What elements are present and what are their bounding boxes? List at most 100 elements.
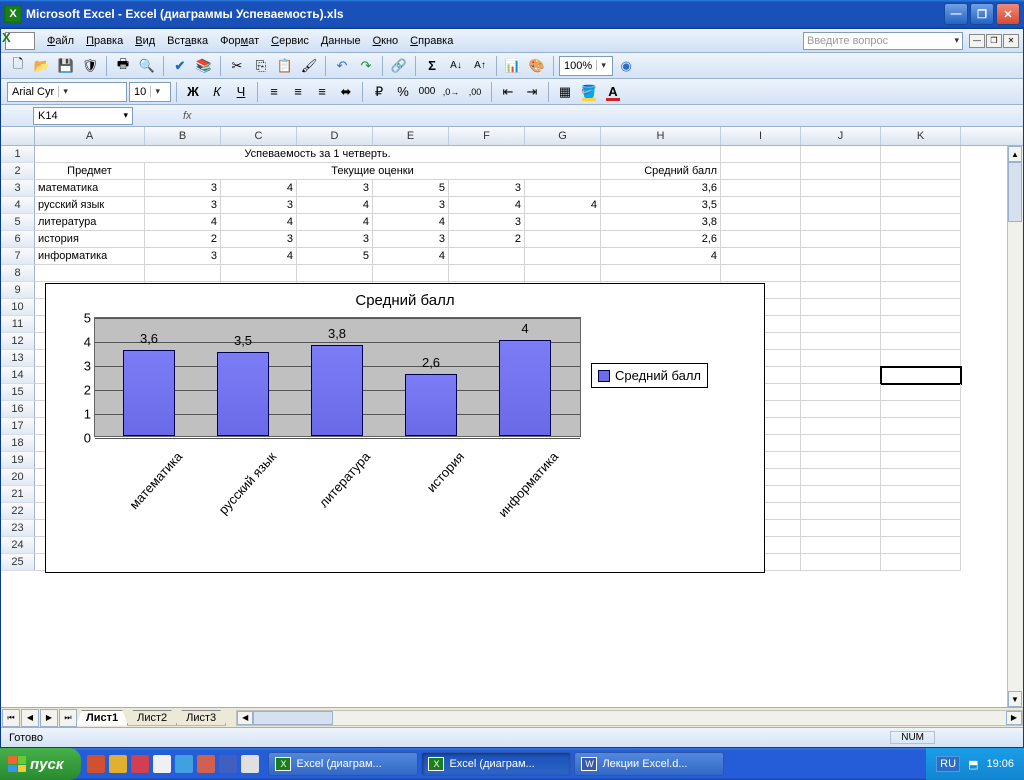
vertical-scrollbar[interactable]: ▲ ▼: [1007, 146, 1023, 707]
taskbar-item-3[interactable]: WЛекции Excel.d...: [574, 752, 724, 776]
sheet-tab-3[interactable]: Лист3: [176, 710, 226, 726]
cell-K16[interactable]: [881, 401, 961, 418]
spelling-button[interactable]: ✔: [169, 55, 191, 77]
cell-F8[interactable]: [449, 265, 525, 282]
format-painter-button[interactable]: 🖌: [298, 55, 320, 77]
row-header[interactable]: 9: [1, 282, 35, 299]
cell-E6[interactable]: 3: [373, 231, 449, 248]
borders-button[interactable]: ▦: [554, 81, 576, 103]
menu-edit[interactable]: Правка: [80, 33, 129, 49]
sort-asc-button[interactable]: A↓: [445, 55, 467, 77]
ql-icon-2[interactable]: [109, 755, 127, 773]
cell-K11[interactable]: [881, 316, 961, 333]
cell-A6[interactable]: история: [35, 231, 145, 248]
cell-G6[interactable]: [525, 231, 601, 248]
cell-I8[interactable]: [721, 265, 801, 282]
row-header[interactable]: 11: [1, 316, 35, 333]
tray-icon[interactable]: ⬒: [968, 758, 978, 771]
cell-K25[interactable]: [881, 554, 961, 571]
column-header-G[interactable]: G: [525, 127, 601, 145]
cell-J6[interactable]: [801, 231, 881, 248]
menu-data[interactable]: Данные: [315, 33, 367, 49]
cell-K23[interactable]: [881, 520, 961, 537]
cell-J25[interactable]: [801, 554, 881, 571]
cell-A8[interactable]: [35, 265, 145, 282]
row-header[interactable]: 15: [1, 384, 35, 401]
cell-K8[interactable]: [881, 265, 961, 282]
cell-J23[interactable]: [801, 520, 881, 537]
font-name-combo[interactable]: Arial Cyr▾: [7, 82, 127, 102]
select-all-corner[interactable]: [1, 127, 35, 145]
cell-J21[interactable]: [801, 486, 881, 503]
cell-K10[interactable]: [881, 299, 961, 316]
cell-C5[interactable]: 4: [221, 214, 297, 231]
cell-K14[interactable]: [881, 367, 961, 384]
close-button[interactable]: ✕: [996, 3, 1020, 25]
tab-nav-first[interactable]: ⏮: [2, 709, 20, 727]
row-header[interactable]: 18: [1, 435, 35, 452]
tab-nav-last[interactable]: ⏭: [59, 709, 77, 727]
cell-A7[interactable]: информатика: [35, 248, 145, 265]
cell-J13[interactable]: [801, 350, 881, 367]
ql-icon-1[interactable]: [87, 755, 105, 773]
name-box[interactable]: K14▾: [33, 107, 133, 125]
ql-icon-6[interactable]: [197, 755, 215, 773]
row-header[interactable]: 7: [1, 248, 35, 265]
cell-F4[interactable]: 4: [449, 197, 525, 214]
row-header[interactable]: 21: [1, 486, 35, 503]
cell-D8[interactable]: [297, 265, 373, 282]
increase-indent-button[interactable]: ⇥: [521, 81, 543, 103]
cell-D7[interactable]: 5: [297, 248, 373, 265]
print-preview-button[interactable]: 🔍: [136, 55, 158, 77]
cell-G3[interactable]: [525, 180, 601, 197]
merge-center-button[interactable]: ⬌: [335, 81, 357, 103]
cell-J17[interactable]: [801, 418, 881, 435]
row-header[interactable]: 16: [1, 401, 35, 418]
menu-file[interactable]: Файл: [41, 33, 80, 49]
cell-K1[interactable]: [881, 146, 961, 163]
cell-H7[interactable]: 4: [601, 248, 721, 265]
cell-A3[interactable]: математика: [35, 180, 145, 197]
row-header[interactable]: 17: [1, 418, 35, 435]
ql-icon-4[interactable]: [153, 755, 171, 773]
save-button[interactable]: 💾: [55, 55, 77, 77]
column-header-E[interactable]: E: [373, 127, 449, 145]
scroll-up-button[interactable]: ▲: [1008, 146, 1022, 162]
cell-E8[interactable]: [373, 265, 449, 282]
tab-nav-prev[interactable]: ◀: [21, 709, 39, 727]
cell-J11[interactable]: [801, 316, 881, 333]
cell-G7[interactable]: [525, 248, 601, 265]
cell-B8[interactable]: [145, 265, 221, 282]
start-button[interactable]: пуск: [0, 748, 81, 780]
vscroll-thumb[interactable]: [1008, 162, 1022, 222]
paste-button[interactable]: 📋: [274, 55, 296, 77]
chart-wizard-button[interactable]: 📊: [502, 55, 524, 77]
column-header-D[interactable]: D: [297, 127, 373, 145]
cell-J4[interactable]: [801, 197, 881, 214]
cell-K9[interactable]: [881, 282, 961, 299]
cell-E3[interactable]: 5: [373, 180, 449, 197]
font-color-button[interactable]: A: [602, 81, 624, 103]
decrease-indent-button[interactable]: ⇤: [497, 81, 519, 103]
cell-J5[interactable]: [801, 214, 881, 231]
permissions-button[interactable]: 🛡: [79, 55, 101, 77]
cell-A2[interactable]: Предмет: [35, 163, 145, 180]
column-header-J[interactable]: J: [801, 127, 881, 145]
cell-B5[interactable]: 4: [145, 214, 221, 231]
taskbar-item-1[interactable]: XExcel (диаграм...: [268, 752, 418, 776]
cell-J19[interactable]: [801, 452, 881, 469]
cell-D6[interactable]: 3: [297, 231, 373, 248]
cell-K3[interactable]: [881, 180, 961, 197]
row-header[interactable]: 6: [1, 231, 35, 248]
cell-title[interactable]: Успеваемость за 1 четверть.: [35, 146, 601, 163]
cell-G5[interactable]: [525, 214, 601, 231]
row-header[interactable]: 12: [1, 333, 35, 350]
clock[interactable]: 19:06: [986, 758, 1014, 770]
drawing-button[interactable]: 🎨: [526, 55, 548, 77]
cell-F3[interactable]: 3: [449, 180, 525, 197]
cell-J10[interactable]: [801, 299, 881, 316]
cell-G8[interactable]: [525, 265, 601, 282]
align-left-button[interactable]: ≡: [263, 81, 285, 103]
sort-desc-button[interactable]: A↑: [469, 55, 491, 77]
row-header[interactable]: 22: [1, 503, 35, 520]
